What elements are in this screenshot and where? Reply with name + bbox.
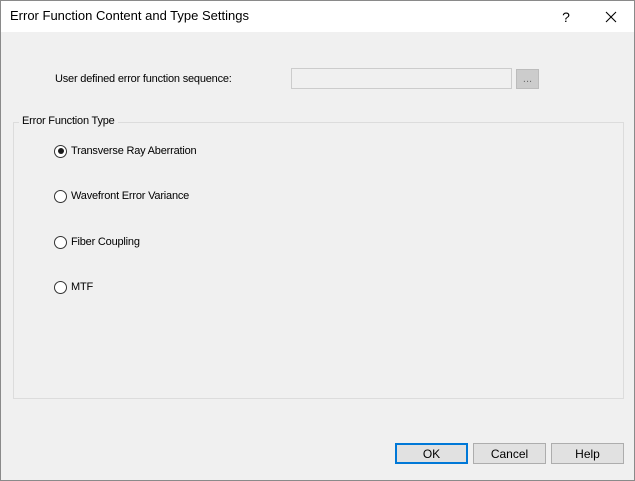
question-mark-icon: ? bbox=[562, 8, 570, 25]
radio-transverse-ray-aberration[interactable]: Transverse Ray Aberration bbox=[54, 143, 197, 159]
radio-mtf[interactable]: MTF bbox=[54, 279, 93, 295]
ok-button[interactable]: OK bbox=[395, 443, 468, 464]
radio-fiber-coupling[interactable]: Fiber Coupling bbox=[54, 234, 140, 250]
title-bar[interactable]: Error Function Content and Type Settings… bbox=[1, 1, 634, 32]
radio-label: Wavefront Error Variance bbox=[71, 190, 190, 202]
error-function-type-group bbox=[13, 122, 624, 399]
radio-button-icon[interactable] bbox=[54, 235, 67, 249]
radio-button-icon[interactable] bbox=[54, 189, 67, 203]
group-legend: Error Function Type bbox=[19, 115, 118, 127]
ellipsis-icon: ... bbox=[522, 73, 533, 85]
dialog-window: Error Function Content and Type Settings… bbox=[0, 0, 635, 481]
sequence-input[interactable] bbox=[291, 68, 512, 89]
radio-label: Transverse Ray Aberration bbox=[71, 145, 197, 157]
close-icon bbox=[605, 11, 617, 22]
radio-label: MTF bbox=[71, 281, 94, 293]
dialog-title: Error Function Content and Type Settings bbox=[10, 8, 249, 23]
title-help-button[interactable]: ? bbox=[544, 1, 588, 32]
title-close-button[interactable] bbox=[589, 1, 633, 32]
radio-wavefront-error-variance[interactable]: Wavefront Error Variance bbox=[54, 188, 189, 204]
cancel-button[interactable]: Cancel bbox=[473, 443, 546, 464]
radio-button-checked-icon[interactable] bbox=[54, 144, 67, 158]
help-button[interactable]: Help bbox=[551, 443, 624, 464]
browse-button[interactable]: ... bbox=[516, 69, 539, 89]
radio-button-icon[interactable] bbox=[54, 280, 67, 294]
sequence-label: User defined error function sequence: bbox=[55, 73, 232, 85]
radio-label: Fiber Coupling bbox=[71, 236, 140, 248]
